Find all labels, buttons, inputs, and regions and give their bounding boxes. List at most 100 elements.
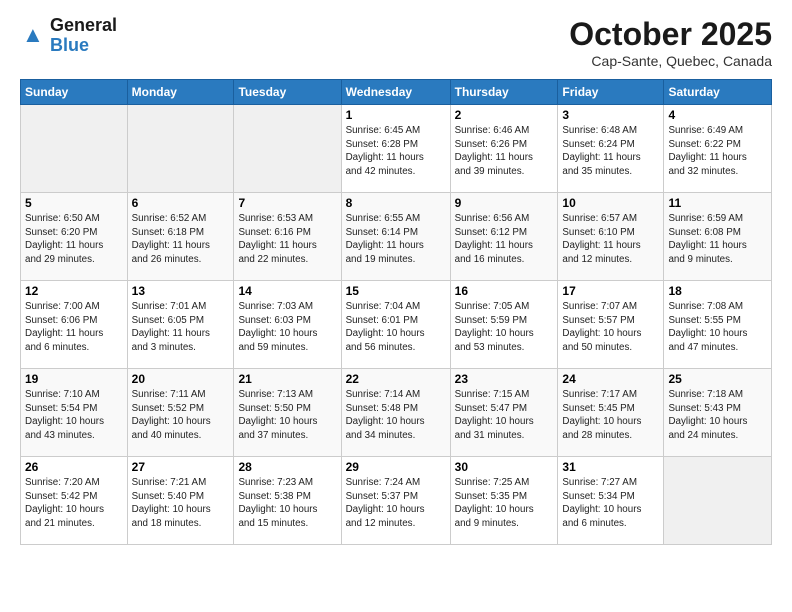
day-number: 20 <box>132 372 230 386</box>
day-info: Sunrise: 6:53 AMSunset: 6:16 PMDaylight:… <box>238 212 336 267</box>
col-tuesday: Tuesday <box>234 80 341 105</box>
calendar-cell <box>21 105 128 193</box>
calendar-cell: 11Sunrise: 6:59 AMSunset: 6:08 PMDayligh… <box>664 193 772 281</box>
day-info: Sunrise: 6:56 AMSunset: 6:12 PMDaylight:… <box>455 212 554 267</box>
day-info: Sunrise: 6:57 AMSunset: 6:10 PMDaylight:… <box>562 212 659 267</box>
day-number: 16 <box>455 284 554 298</box>
calendar-cell: 29 Sunrise: 7:24 AMSunset: 5:37 PMDayligh… <box>341 457 450 545</box>
col-wednesday: Wednesday <box>341 80 450 105</box>
day-info: Sunrise: 6:52 AMSunset: 6:18 PMDaylight:… <box>132 212 230 267</box>
day-number: 1 <box>346 108 446 122</box>
day-info: Sunrise: 7:20 AMSunset: 5:42 PMDaylight:… <box>25 476 123 531</box>
calendar-cell: 1 Sunrise: 6:45 AMSunset: 6:28 PMDaylight… <box>341 105 450 193</box>
day-info: Sunrise: 7:04 AMSunset: 6:01 PMDaylight:… <box>346 300 446 355</box>
day-number: 28 <box>238 460 336 474</box>
calendar-cell: 7 Sunrise: 6:53 AMSunset: 6:16 PMDaylight… <box>234 193 341 281</box>
day-info: Sunrise: 7:10 AMSunset: 5:54 PMDaylight:… <box>25 388 123 443</box>
day-number: 2 <box>455 108 554 122</box>
day-info: Sunrise: 6:45 AMSunset: 6:28 PMDaylight:… <box>346 124 446 179</box>
calendar-cell: 26Sunrise: 7:20 AMSunset: 5:42 PMDayligh… <box>21 457 128 545</box>
day-info: Sunrise: 7:18 AMSunset: 5:43 PMDaylight:… <box>668 388 767 443</box>
calendar-cell: 20 Sunrise: 7:11 AMSunset: 5:52 PMDayligh… <box>127 369 234 457</box>
day-info: Sunrise: 7:08 AMSunset: 5:55 PMDaylight:… <box>668 300 767 355</box>
day-info: Sunrise: 7:24 AMSunset: 5:37 PMDaylight:… <box>346 476 446 531</box>
calendar-cell: 19 Sunrise: 7:10 AMSunset: 5:54 PMDayligh… <box>21 369 128 457</box>
calendar-cell: 23Sunrise: 7:15 AMSunset: 5:47 PMDayligh… <box>450 369 558 457</box>
calendar-cell: 6 Sunrise: 6:52 AMSunset: 6:18 PMDaylight… <box>127 193 234 281</box>
day-number: 21 <box>238 372 336 386</box>
calendar-cell <box>127 105 234 193</box>
calendar-cell: 4 Sunrise: 6:49 AMSunset: 6:22 PMDaylight… <box>664 105 772 193</box>
calendar-cell: 8Sunrise: 6:55 AMSunset: 6:14 PMDaylight… <box>341 193 450 281</box>
logo: ▲ General Blue <box>20 16 117 56</box>
calendar-cell: 31 Sunrise: 7:27 AMSunset: 5:34 PMDayligh… <box>558 457 664 545</box>
day-number: 14 <box>238 284 336 298</box>
day-info: Sunrise: 6:49 AMSunset: 6:22 PMDaylight:… <box>668 124 767 179</box>
day-info: Sunrise: 6:48 AMSunset: 6:24 PMDaylight:… <box>562 124 659 179</box>
calendar-cell: 21Sunrise: 7:13 AMSunset: 5:50 PMDayligh… <box>234 369 341 457</box>
day-info: Sunrise: 6:55 AMSunset: 6:14 PMDaylight:… <box>346 212 446 267</box>
day-number: 6 <box>132 196 230 210</box>
calendar-cell: 3 Sunrise: 6:48 AMSunset: 6:24 PMDaylight… <box>558 105 664 193</box>
day-number: 18 <box>668 284 767 298</box>
logo-icon: ▲ <box>20 22 48 50</box>
calendar-cell: 27Sunrise: 7:21 AMSunset: 5:40 PMDayligh… <box>127 457 234 545</box>
calendar-week-1: 1 Sunrise: 6:45 AMSunset: 6:28 PMDaylight… <box>21 105 772 193</box>
day-info: Sunrise: 6:46 AMSunset: 6:26 PMDaylight:… <box>455 124 554 179</box>
calendar-cell: 10 Sunrise: 6:57 AMSunset: 6:10 PMDayligh… <box>558 193 664 281</box>
day-info: Sunrise: 7:01 AMSunset: 6:05 PMDaylight:… <box>132 300 230 355</box>
day-number: 15 <box>346 284 446 298</box>
subtitle: Cap-Sante, Quebec, Canada <box>569 53 772 69</box>
calendar-cell: 16 Sunrise: 7:05 AMSunset: 5:59 PMDayligh… <box>450 281 558 369</box>
calendar-cell: 30Sunrise: 7:25 AMSunset: 5:35 PMDayligh… <box>450 457 558 545</box>
month-title: October 2025 <box>569 16 772 53</box>
day-number: 9 <box>455 196 554 210</box>
page: ▲ General Blue October 2025 Cap-Sante, Q… <box>0 0 792 555</box>
day-info: Sunrise: 7:03 AMSunset: 6:03 PMDaylight:… <box>238 300 336 355</box>
col-thursday: Thursday <box>450 80 558 105</box>
calendar-cell: 15 Sunrise: 7:04 AMSunset: 6:01 PMDayligh… <box>341 281 450 369</box>
day-number: 4 <box>668 108 767 122</box>
day-number: 24 <box>562 372 659 386</box>
day-number: 10 <box>562 196 659 210</box>
day-info: Sunrise: 7:14 AMSunset: 5:48 PMDaylight:… <box>346 388 446 443</box>
calendar-cell: 22 Sunrise: 7:14 AMSunset: 5:48 PMDayligh… <box>341 369 450 457</box>
day-number: 22 <box>346 372 446 386</box>
calendar-cell: 28 Sunrise: 7:23 AMSunset: 5:38 PMDayligh… <box>234 457 341 545</box>
day-number: 7 <box>238 196 336 210</box>
day-info: Sunrise: 7:23 AMSunset: 5:38 PMDaylight:… <box>238 476 336 531</box>
calendar-cell: 18 Sunrise: 7:08 AMSunset: 5:55 PMDayligh… <box>664 281 772 369</box>
day-number: 31 <box>562 460 659 474</box>
header: ▲ General Blue October 2025 Cap-Sante, Q… <box>20 16 772 69</box>
col-saturday: Saturday <box>664 80 772 105</box>
calendar-cell: 17Sunrise: 7:07 AMSunset: 5:57 PMDayligh… <box>558 281 664 369</box>
calendar-cell: 5Sunrise: 6:50 AMSunset: 6:20 PMDaylight… <box>21 193 128 281</box>
day-info: Sunrise: 7:00 AMSunset: 6:06 PMDaylight:… <box>25 300 123 355</box>
day-info: Sunrise: 7:11 AMSunset: 5:52 PMDaylight:… <box>132 388 230 443</box>
day-info: Sunrise: 7:25 AMSunset: 5:35 PMDaylight:… <box>455 476 554 531</box>
calendar-week-3: 12 Sunrise: 7:00 AMSunset: 6:06 PMDayligh… <box>21 281 772 369</box>
svg-text:▲: ▲ <box>22 22 44 47</box>
calendar-week-4: 19 Sunrise: 7:10 AMSunset: 5:54 PMDayligh… <box>21 369 772 457</box>
logo-blue: Blue <box>50 36 117 56</box>
day-info: Sunrise: 7:05 AMSunset: 5:59 PMDaylight:… <box>455 300 554 355</box>
day-number: 29 <box>346 460 446 474</box>
day-info: Sunrise: 7:27 AMSunset: 5:34 PMDaylight:… <box>562 476 659 531</box>
day-number: 19 <box>25 372 123 386</box>
day-number: 3 <box>562 108 659 122</box>
day-info: Sunrise: 7:15 AMSunset: 5:47 PMDaylight:… <box>455 388 554 443</box>
day-info: Sunrise: 6:59 AMSunset: 6:08 PMDaylight:… <box>668 212 767 267</box>
calendar-cell: 13 Sunrise: 7:01 AMSunset: 6:05 PMDayligh… <box>127 281 234 369</box>
day-number: 12 <box>25 284 123 298</box>
calendar-week-5: 26Sunrise: 7:20 AMSunset: 5:42 PMDayligh… <box>21 457 772 545</box>
day-info: Sunrise: 7:07 AMSunset: 5:57 PMDaylight:… <box>562 300 659 355</box>
col-monday: Monday <box>127 80 234 105</box>
logo-general: General <box>50 16 117 36</box>
day-number: 13 <box>132 284 230 298</box>
day-number: 5 <box>25 196 123 210</box>
calendar-cell: 24Sunrise: 7:17 AMSunset: 5:45 PMDayligh… <box>558 369 664 457</box>
col-sunday: Sunday <box>21 80 128 105</box>
calendar-cell: 2 Sunrise: 6:46 AMSunset: 6:26 PMDaylight… <box>450 105 558 193</box>
calendar-cell: 9 Sunrise: 6:56 AMSunset: 6:12 PMDaylight… <box>450 193 558 281</box>
calendar-cell: 25Sunrise: 7:18 AMSunset: 5:43 PMDayligh… <box>664 369 772 457</box>
